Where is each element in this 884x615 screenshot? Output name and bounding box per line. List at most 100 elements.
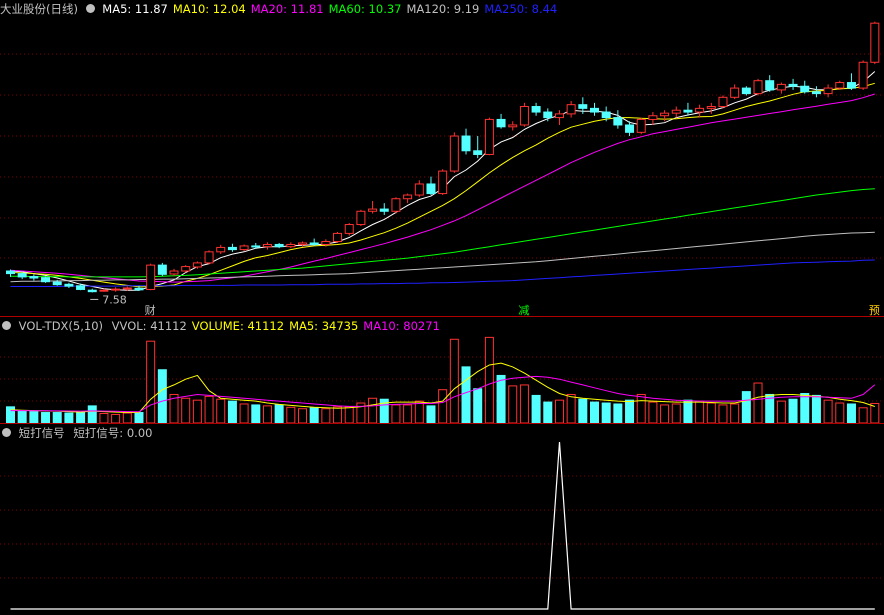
candle-body: [379, 208, 389, 212]
volume-bar: [76, 412, 86, 424]
candle-body: [800, 85, 810, 93]
candle-body: [64, 283, 74, 287]
volume-bar: [858, 407, 868, 424]
candle-body: [823, 87, 833, 95]
settings-circle-icon[interactable]: [85, 4, 95, 13]
volume-bar: [17, 410, 27, 424]
candle-body: [122, 287, 132, 290]
candle-body: [671, 109, 681, 114]
legend-item: MA60: 10.37: [328, 2, 402, 16]
candle-body: [846, 82, 856, 89]
settings-circle-icon[interactable]: [2, 321, 11, 330]
volume-bar: [484, 336, 494, 424]
candle-body: [811, 91, 821, 95]
volume-bar: [122, 412, 132, 424]
volume-bar: [251, 404, 261, 424]
volume-bar: [753, 382, 763, 424]
volume-bar: [134, 412, 144, 424]
volume-bar: [99, 412, 109, 424]
candle-body: [473, 150, 483, 155]
volume-bar: [87, 405, 97, 424]
volume-bar: [473, 388, 483, 424]
candle-body: [554, 113, 564, 119]
volume-bar: [788, 398, 798, 424]
volume-bar: [625, 399, 635, 424]
volume-bar: [192, 399, 202, 424]
volume-bar: [181, 397, 191, 424]
volume-bar: [29, 411, 39, 424]
candle-body: [356, 210, 366, 226]
volume-bar: [111, 413, 121, 424]
volume-bar: [741, 391, 751, 424]
candle-body: [333, 232, 343, 243]
candlestick-chart[interactable]: 7.58财减预: [0, 0, 884, 317]
candle-body: [741, 87, 751, 95]
volume-bar: [811, 394, 821, 424]
volume-bar: [239, 403, 249, 424]
volume-bar: [823, 399, 833, 424]
candle-body: [134, 287, 144, 291]
candle-body: [227, 246, 237, 251]
volume-bar: [800, 393, 810, 424]
signal-indicator-name: 短打信号: [18, 426, 65, 440]
candle-body: [566, 104, 576, 115]
candle-body: [519, 106, 529, 126]
candle-body: [648, 115, 658, 120]
candle-body: [286, 243, 296, 248]
volume-bar: [52, 412, 62, 424]
candle-body: [216, 246, 226, 253]
candle-body: [835, 82, 845, 89]
volume-bar: [578, 398, 588, 424]
candle-body: [76, 285, 86, 290]
candle-body: [636, 118, 646, 133]
legend-item: MA5: 34735: [289, 319, 359, 333]
legend-item: VVOL: 41112: [111, 319, 187, 333]
volume-bar: [426, 405, 436, 424]
volume-bar: [543, 401, 553, 424]
candle-body: [484, 118, 494, 155]
legend-item: MA250: 8.44: [484, 2, 558, 16]
candle-body: [870, 22, 880, 63]
candle-body: [730, 87, 740, 98]
volume-bar: [41, 412, 51, 424]
volume-bar: [531, 394, 541, 424]
candle-body: [590, 107, 599, 113]
candle-body: [391, 198, 401, 212]
volume-bar: [6, 406, 15, 424]
price-pane[interactable]: 大业股份(日线) MA5: 11.87 MA10: 12.04 MA20: 11.8…: [0, 0, 884, 317]
candle-body: [17, 273, 27, 278]
volume-bar: [508, 385, 518, 424]
volume-bar: [776, 400, 786, 424]
volume-bar: [566, 393, 576, 424]
ma-legend-items: MA5: 11.87 MA10: 12.04 MA20: 11.81 MA60: 10…: [102, 2, 562, 16]
candle-body: [765, 80, 775, 91]
candle-body: [753, 80, 763, 95]
volume-bar: [64, 412, 74, 424]
volume-bar: [601, 402, 611, 424]
candle-body: [414, 183, 424, 196]
candle-body: [601, 111, 611, 119]
volume-bar: [286, 406, 296, 424]
volume-bar: [648, 401, 658, 424]
volume-bar: [344, 406, 354, 424]
signal-pane[interactable]: 短打信号 短打信号: 0.00: [0, 424, 884, 615]
signal-chart[interactable]: [0, 424, 884, 615]
candle-body: [449, 135, 459, 172]
signal-legend: 短打信号 短打信号: 0.00: [0, 424, 157, 442]
candle-body: [309, 242, 319, 245]
volume-bar: [403, 404, 413, 424]
candle-body: [157, 264, 167, 275]
candle-body: [508, 124, 518, 128]
volume-bar: [695, 400, 705, 424]
volume-bar: [718, 404, 728, 424]
volume-bar: [146, 340, 156, 424]
volume-pane[interactable]: VOL-TDX(5,10) VVOL: 41112 VOLUME: 41112 MA…: [0, 317, 884, 424]
candle-body: [262, 243, 272, 248]
candle-body: [192, 262, 202, 268]
candle-body: [321, 241, 331, 245]
volume-bar: [613, 403, 623, 424]
candle-body: [204, 251, 214, 264]
settings-circle-icon[interactable]: [2, 428, 11, 437]
legend-item: MA20: 11.81: [250, 2, 324, 16]
candle-body: [613, 117, 623, 126]
